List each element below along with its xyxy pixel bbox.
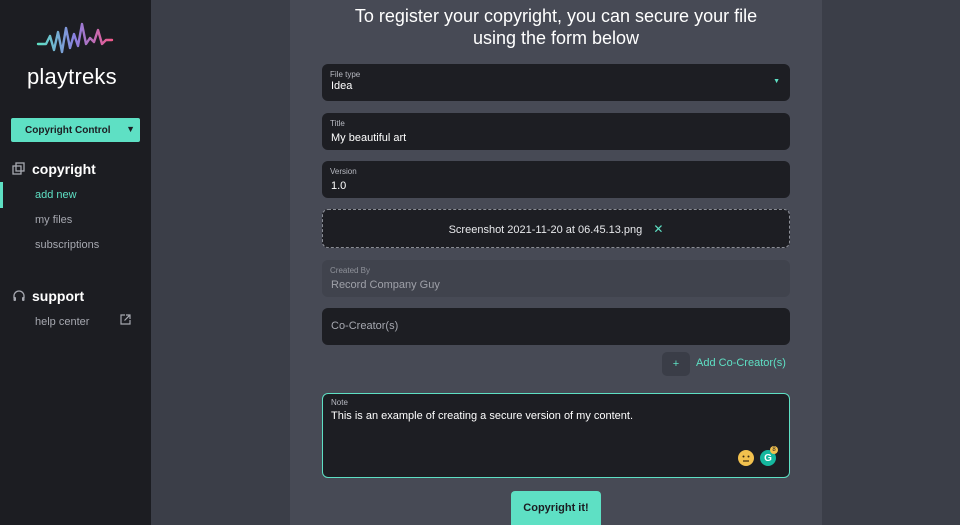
section-title: support <box>32 288 85 304</box>
external-link-icon[interactable] <box>120 314 131 325</box>
remove-file-icon[interactable]: ✕ <box>653 222 663 236</box>
add-co-creator-button[interactable]: + <box>662 352 690 376</box>
field-value: My beautiful art <box>331 132 407 144</box>
version-field[interactable]: Version 1.0 <box>322 161 790 198</box>
field-value: 1.0 <box>331 180 347 192</box>
section-copyright: copyright <box>12 161 96 177</box>
emoji-icon[interactable] <box>738 450 754 466</box>
field-value: Record Company Guy <box>331 279 440 291</box>
field-value: Idea <box>331 80 353 92</box>
field-label: Version <box>330 167 357 176</box>
section-title: copyright <box>32 161 96 177</box>
title-line-1: To register your copyright, you can secu… <box>354 6 758 26</box>
page-title: To register your copyright, you can secu… <box>290 5 822 49</box>
caret-down-icon: ▼ <box>773 78 780 85</box>
copy-stack-icon <box>12 162 25 175</box>
created-by-field: Created By Record Company Guy <box>322 260 790 297</box>
copyright-submit-button[interactable]: Copyright it! <box>511 491 601 525</box>
product-select[interactable]: Copyright Control ▼ <box>11 118 140 142</box>
field-value: This is an example of creating a secure … <box>331 410 634 422</box>
file-name: Screenshot 2021-11-20 at 06.45.13.png <box>448 224 643 236</box>
sidebar: playtreks Copyright Control ▼ copyright … <box>0 0 151 525</box>
sidebar-item-my-files[interactable]: my files <box>35 214 72 226</box>
field-label: Created By <box>330 266 371 275</box>
co-creator-placeholder: Co-Creator(s) <box>331 320 399 332</box>
co-creator-input[interactable]: Co-Creator(s) <box>322 308 790 345</box>
field-label: File type <box>330 70 361 79</box>
section-support: support <box>12 288 84 304</box>
field-label: Note <box>331 398 348 407</box>
note-textarea[interactable]: Note This is an example of creating a se… <box>322 393 790 478</box>
chevron-down-icon: ▼ <box>126 124 135 134</box>
active-indicator <box>0 182 3 208</box>
file-type-select[interactable]: File type Idea ▼ <box>322 64 790 101</box>
grammarly-badge: 8 <box>770 446 778 454</box>
logo[interactable]: playtreks <box>22 22 132 92</box>
sidebar-item-add-new[interactable]: add new <box>35 189 77 201</box>
file-entry: Screenshot 2021-11-20 at 06.45.13.png ✕ <box>323 222 789 236</box>
add-co-creator-link[interactable]: Add Co-Creator(s) <box>696 357 786 369</box>
neutral-face-icon <box>742 455 750 462</box>
sidebar-item-subscriptions[interactable]: subscriptions <box>35 239 99 251</box>
title-line-2: using the form below <box>472 28 640 48</box>
headset-icon <box>13 290 25 301</box>
logo-text: playtreks <box>27 64 117 89</box>
file-dropzone[interactable]: Screenshot 2021-11-20 at 06.45.13.png ✕ <box>322 209 790 248</box>
product-select-value: Copyright Control <box>25 124 111 136</box>
field-label: Title <box>330 119 345 128</box>
soundwave-logo-icon <box>36 22 114 54</box>
title-field[interactable]: Title My beautiful art <box>322 113 790 150</box>
sidebar-item-help-center[interactable]: help center <box>35 316 89 328</box>
